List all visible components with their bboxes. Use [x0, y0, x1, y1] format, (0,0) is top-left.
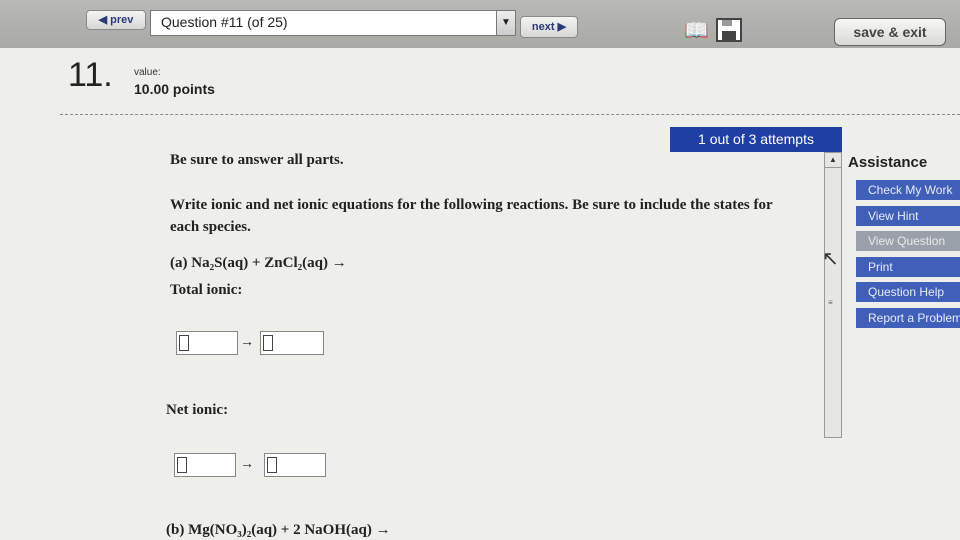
net-reactants-input[interactable]	[174, 453, 236, 477]
question-prompt: Write ionic and net ionic equations for …	[170, 197, 773, 235]
question-select[interactable]: Question #11 (of 25) ▼	[150, 10, 516, 36]
net-ionic-answer-row: →	[174, 453, 328, 479]
book-icon[interactable]: 📖	[684, 18, 709, 43]
total-ionic-answer-row: →	[176, 331, 326, 357]
instruction-text: Be sure to answer all parts.	[170, 152, 344, 168]
reaction-arrow: →	[240, 333, 254, 349]
net-products-input[interactable]	[264, 453, 326, 477]
products-input[interactable]	[260, 331, 324, 355]
assistance-scrollbar[interactable]: ▲ ≡	[824, 152, 842, 438]
net-reaction-arrow: →	[240, 455, 254, 471]
total-ionic-label: Total ionic:	[170, 282, 243, 298]
save-disk-icon[interactable]	[716, 18, 742, 48]
arrow-cursor-icon: ↖	[822, 248, 839, 270]
net-ionic-label: Net ionic:	[166, 402, 229, 418]
check-my-work-button[interactable]: Check My Work	[856, 180, 960, 200]
scroll-grip-icon[interactable]: ≡	[828, 298, 833, 307]
value-label: value:	[134, 67, 161, 78]
save-exit-button[interactable]: save & exit	[834, 18, 946, 46]
question-select-value: Question #11 (of 25)	[161, 14, 288, 30]
attempts-badge: 1 out of 3 attempts	[670, 127, 842, 152]
question-number: 11.	[68, 56, 113, 94]
report-problem-button[interactable]: Report a Problem	[856, 308, 960, 328]
top-toolbar: ◀ prev Question #11 (of 25) ▼ next ▶ 📖 s…	[0, 0, 960, 48]
dropdown-arrow-icon[interactable]: ▼	[496, 11, 515, 35]
points-value: 10.00 points	[134, 81, 215, 97]
question-help-button[interactable]: Question Help	[856, 282, 960, 302]
scroll-up-icon[interactable]: ▲	[825, 153, 841, 168]
assistance-title: Assistance	[848, 154, 928, 171]
next-button[interactable]: next ▶	[520, 16, 578, 38]
prev-button[interactable]: ◀ prev	[86, 10, 146, 30]
reactants-input[interactable]	[176, 331, 238, 355]
part-a-equation: (a) Na₂S(aq) + ZnCl₂(aq) →	[170, 255, 347, 271]
view-question-button[interactable]: View Question	[856, 231, 960, 251]
divider	[60, 114, 960, 115]
part-b-equation: (b) Mg(NO₃)₂(aq) + 2 NaOH(aq) →	[166, 522, 391, 538]
view-hint-button[interactable]: View Hint	[856, 206, 960, 226]
print-button[interactable]: Print	[856, 257, 960, 277]
